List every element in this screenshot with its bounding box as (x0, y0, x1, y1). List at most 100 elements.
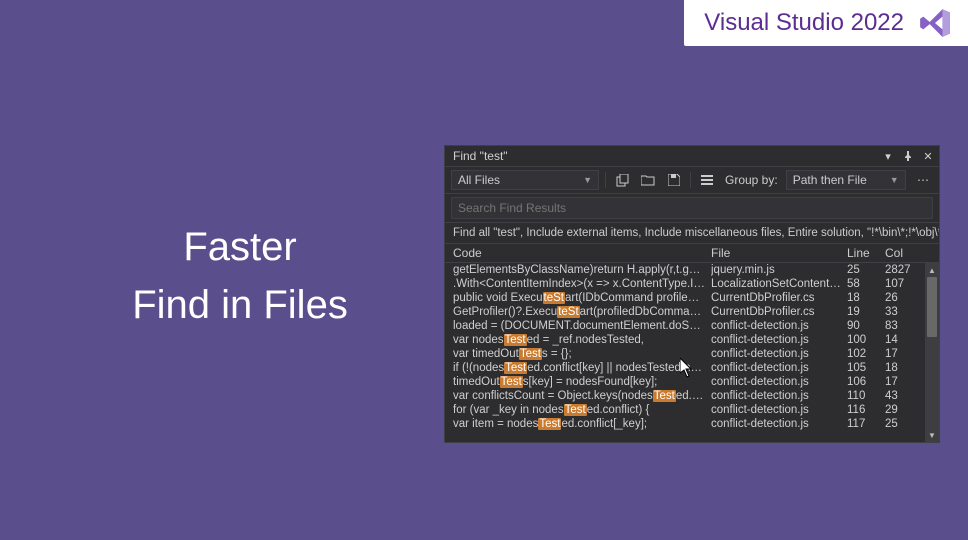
cell-col: 2827 (885, 264, 919, 276)
scroll-up-icon[interactable]: ▲ (925, 263, 939, 277)
match-highlight: Test (504, 334, 527, 346)
overflow-icon[interactable]: ⋯ (913, 171, 933, 189)
chevron-down-icon: ▼ (890, 175, 899, 185)
match-highlight: Test (564, 404, 587, 416)
cell-line: 90 (847, 320, 885, 332)
search-row (445, 194, 939, 223)
scroll-down-icon[interactable]: ▼ (925, 428, 939, 442)
group-by-dropdown[interactable]: Path then File ▼ (786, 170, 906, 190)
cell-file: jquery.min.js (711, 264, 847, 276)
separator (605, 172, 606, 188)
files-filter-dropdown[interactable]: All Files ▼ (451, 170, 599, 190)
cell-file: LocalizationSetContentPic… (711, 278, 847, 290)
scroll-thumb[interactable] (927, 277, 937, 337)
cell-file: conflict-detection.js (711, 404, 847, 416)
cell-file: conflict-detection.js (711, 390, 847, 402)
match-highlight: teSt (557, 306, 579, 318)
cell-code: timedOutTests[key] = nodesFound[key]; (453, 376, 711, 388)
cell-line: 110 (847, 390, 885, 402)
vertical-scrollbar[interactable]: ▲ ▼ (925, 263, 939, 442)
cell-col: 33 (885, 306, 919, 318)
window-controls: ▾ ✕ (881, 149, 935, 163)
results-list: getElementsByClassName)return H.apply(r,… (445, 263, 939, 442)
group-by-value: Path then File (793, 173, 867, 187)
cell-code: GetProfiler()?.ExecuteStart(profiledDbCo… (453, 306, 711, 318)
cell-file: CurrentDbProfiler.cs (711, 306, 847, 318)
files-filter-value: All Files (458, 173, 500, 187)
cell-col: 83 (885, 320, 919, 332)
save-icon[interactable] (664, 171, 684, 189)
match-highlight: Test (500, 376, 523, 388)
headline-line1: Faster (90, 218, 390, 276)
table-row[interactable]: public void ExecuteStart(IDbCommand prof… (445, 291, 925, 305)
cell-code: var item = nodesTested.conflict[_key]; (453, 418, 711, 430)
window-title: Find "test" (453, 149, 508, 163)
toolbar: All Files ▼ Group by: Path then File ▼ ⋯ (445, 167, 939, 194)
cell-col: 26 (885, 292, 919, 304)
headline-line2: Find in Files (90, 276, 390, 334)
cell-code: var conflictsCount = Object.keys(nodesTe… (453, 390, 711, 402)
cell-file: conflict-detection.js (711, 418, 847, 430)
cell-code: public void ExecuteStart(IDbCommand prof… (453, 292, 711, 304)
cell-file: conflict-detection.js (711, 334, 847, 346)
table-row[interactable]: var item = nodesTested.conflict[_key];co… (445, 417, 925, 431)
cell-code: if (!(nodesTested.conflict[key] || nodes… (453, 362, 711, 374)
close-icon[interactable]: ✕ (921, 149, 935, 163)
headline: Faster Find in Files (90, 218, 390, 334)
table-row[interactable]: for (var _key in nodesTested.conflict) {… (445, 403, 925, 417)
cell-code: for (var _key in nodesTested.conflict) { (453, 404, 711, 416)
window-menu-icon[interactable]: ▾ (881, 149, 895, 163)
copy-icon[interactable] (612, 171, 632, 189)
separator (690, 172, 691, 188)
cell-code: var nodesTested = _ref.nodesTested, (453, 334, 711, 346)
cell-line: 106 (847, 376, 885, 388)
match-highlight: Test (504, 362, 527, 374)
cell-code: loaded = (DOCUMENT.documentElement.doScr… (453, 320, 711, 332)
cell-col: 18 (885, 362, 919, 374)
visual-studio-icon (918, 6, 952, 40)
match-highlight: teSt (543, 292, 565, 304)
cell-file: conflict-detection.js (711, 376, 847, 388)
chevron-down-icon: ▼ (583, 175, 592, 185)
find-results-window: Find "test" ▾ ✕ All Files ▼ Group by: (444, 145, 940, 443)
table-row[interactable]: var timedOutTests = {};conflict-detectio… (445, 347, 925, 361)
cell-line: 18 (847, 292, 885, 304)
table-row[interactable]: timedOutTests[key] = nodesFound[key];con… (445, 375, 925, 389)
group-by-label: Group by: (723, 173, 780, 187)
open-folder-icon[interactable] (638, 171, 658, 189)
table-row[interactable]: loaded = (DOCUMENT.documentElement.doScr… (445, 319, 925, 333)
cell-line: 105 (847, 362, 885, 374)
cell-code: getElementsByClassName)return H.apply(r,… (453, 264, 711, 276)
window-titlebar: Find "test" ▾ ✕ (445, 146, 939, 167)
column-code[interactable]: Code (453, 246, 711, 260)
table-row[interactable]: getElementsByClassName)return H.apply(r,… (445, 263, 925, 277)
results-summary: Find all "test", Include external items,… (445, 223, 939, 244)
match-highlight: Test (519, 348, 542, 360)
table-row[interactable]: .With<ContentItemIndex>(x => x.ContentTy… (445, 277, 925, 291)
cell-code: .With<ContentItemIndex>(x => x.ContentTy… (453, 278, 711, 290)
cell-line: 25 (847, 264, 885, 276)
cell-file: conflict-detection.js (711, 320, 847, 332)
search-input[interactable] (451, 197, 933, 219)
cell-line: 19 (847, 306, 885, 318)
column-col[interactable]: Col (885, 246, 919, 260)
match-highlight: Test (538, 418, 561, 430)
cell-line: 116 (847, 404, 885, 416)
column-line[interactable]: Line (847, 246, 885, 260)
cell-file: conflict-detection.js (711, 362, 847, 374)
table-row[interactable]: var nodesTested = _ref.nodesTested,confl… (445, 333, 925, 347)
pin-icon[interactable] (901, 149, 915, 163)
visual-studio-badge: Visual Studio 2022 (684, 0, 968, 46)
cell-file: CurrentDbProfiler.cs (711, 292, 847, 304)
column-file[interactable]: File (711, 246, 847, 260)
cell-col: 107 (885, 278, 919, 290)
table-row[interactable]: if (!(nodesTested.conflict[key] || nodes… (445, 361, 925, 375)
cell-col: 17 (885, 348, 919, 360)
cell-col: 43 (885, 390, 919, 402)
table-row[interactable]: var conflictsCount = Object.keys(nodesTe… (445, 389, 925, 403)
cell-code: var timedOutTests = {}; (453, 348, 711, 360)
table-row[interactable]: GetProfiler()?.ExecuteStart(profiledDbCo… (445, 305, 925, 319)
cell-col: 25 (885, 418, 919, 430)
list-mode-icon[interactable] (697, 171, 717, 189)
cell-line: 58 (847, 278, 885, 290)
